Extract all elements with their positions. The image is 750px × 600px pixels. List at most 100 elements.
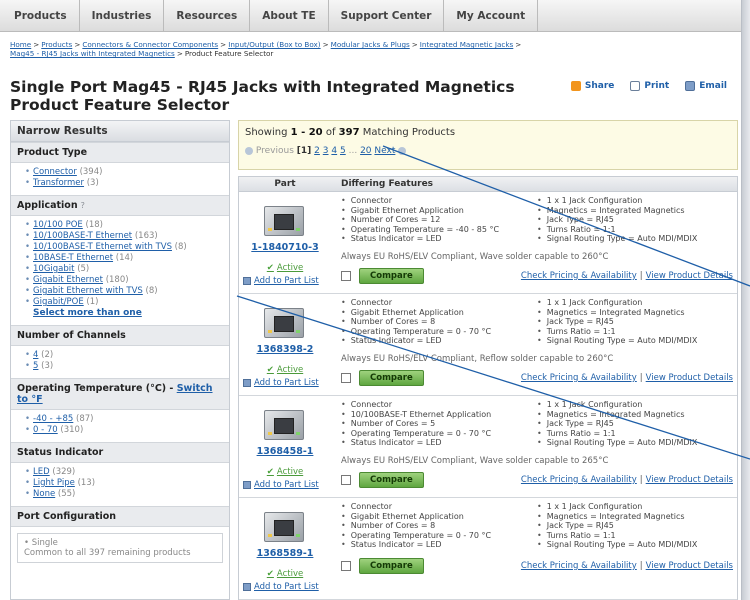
facet-count: (3) xyxy=(41,361,54,371)
facet-title-temperature: Operating Temperature (°C) - Switch to °… xyxy=(11,378,229,410)
features-list: ConnectorGigabit Ethernet ApplicationNum… xyxy=(341,298,733,346)
facet-count: (5) xyxy=(77,264,90,274)
row-links: Check Pricing & Availability | View Produc… xyxy=(521,561,733,571)
compare-checkbox[interactable] xyxy=(341,560,351,571)
facet-item: • 5 (3) xyxy=(25,361,223,372)
nav-industries[interactable]: Industries xyxy=(80,0,165,31)
facet-link-10-100base-t-tvs[interactable]: 10/100BASE-T Ethernet with TVS xyxy=(33,242,172,252)
nav-my-account[interactable]: My Account xyxy=(444,0,539,31)
add-to-part-list-link[interactable]: Add to Part List xyxy=(243,378,327,388)
checkmark-icon: ✔ xyxy=(266,365,274,375)
check-pricing-link[interactable]: Check Pricing & Availability xyxy=(521,475,637,485)
check-pricing-link[interactable]: Check Pricing & Availability xyxy=(521,271,637,281)
link-separator: | xyxy=(639,372,643,383)
email-button[interactable]: Email xyxy=(685,81,727,91)
compare-checkbox[interactable] xyxy=(341,270,351,281)
facet-link-10gigabit[interactable]: 10Gigabit xyxy=(33,264,74,274)
compare-button[interactable]: Compare xyxy=(359,267,424,284)
product-image[interactable] xyxy=(260,198,310,240)
facet-link-gigabit-ethernet[interactable]: Gigabit Ethernet xyxy=(33,275,103,285)
feature-item: Connector xyxy=(341,298,537,308)
nav-products[interactable]: Products xyxy=(0,0,80,31)
compare-button[interactable]: Compare xyxy=(359,557,424,574)
feature-item: Magnetics = Integrated Magnetics xyxy=(537,206,733,216)
breadcrumb-home[interactable]: Home xyxy=(10,40,31,49)
breadcrumb-integrated-magnetic-jacks[interactable]: Integrated Magnetic Jacks xyxy=(420,40,514,49)
page-link-3[interactable]: 3 xyxy=(323,146,329,156)
product-image[interactable] xyxy=(260,504,310,546)
part-number-link[interactable]: 1368589-1 xyxy=(243,548,327,559)
facet-link-temp-40-85[interactable]: -40 - +85 xyxy=(33,414,73,424)
facet-link-transformer[interactable]: Transformer xyxy=(33,178,84,188)
add-to-part-list-link[interactable]: Add to Part List xyxy=(243,480,327,490)
part-number-link[interactable]: 1-1840710-3 xyxy=(243,242,327,253)
share-button[interactable]: Share xyxy=(570,81,614,91)
view-product-details-link[interactable]: View Product Details xyxy=(646,475,733,485)
breadcrumb-mag45[interactable]: Mag45 - RJ45 Jacks with Integrated Magne… xyxy=(10,49,175,58)
select-more-than-one-link[interactable]: Select more than one xyxy=(33,308,142,318)
facet-link-channels-4[interactable]: 4 xyxy=(33,350,38,360)
nav-resources[interactable]: Resources xyxy=(164,0,251,31)
next-link[interactable]: Next xyxy=(374,146,395,156)
row-actions: Compare Check Pricing & Availability | Vie… xyxy=(341,557,733,574)
add-to-part-list-link[interactable]: Add to Part List xyxy=(243,582,327,592)
status-active[interactable]: ✔ Active xyxy=(243,467,327,477)
compare-button[interactable]: Compare xyxy=(359,369,424,386)
facet-link-gigabit-poe[interactable]: Gigabit/POE xyxy=(33,297,84,307)
facet-link-gigabit-ethernet-tvs[interactable]: Gigabit Ethernet with TVS xyxy=(33,286,143,296)
facet-item: • 10BASE-T Ethernet (14) xyxy=(25,253,223,264)
facet-link-10base-t[interactable]: 10BASE-T Ethernet xyxy=(33,253,113,263)
bullet-icon: • xyxy=(25,489,31,499)
nav-support-center[interactable]: Support Center xyxy=(329,0,445,31)
current-page: [1] xyxy=(296,146,312,156)
page-link-2[interactable]: 2 xyxy=(314,146,320,156)
view-product-details-link[interactable]: View Product Details xyxy=(646,271,733,281)
breadcrumb-connectors[interactable]: Connectors & Connector Components xyxy=(82,40,218,49)
print-button[interactable]: Print xyxy=(630,81,669,91)
facet-link-light-pipe[interactable]: Light Pipe xyxy=(33,478,75,488)
facet-link-led[interactable]: LED xyxy=(33,467,50,477)
nav-about-te[interactable]: About TE xyxy=(250,0,329,31)
feature-item: Status Indicator = LED xyxy=(341,540,537,550)
page-actions: Share Print Email xyxy=(570,81,727,91)
status-active[interactable]: ✔ Active xyxy=(243,569,327,579)
link-separator: | xyxy=(639,560,643,571)
breadcrumb-separator: > xyxy=(176,49,183,58)
facet-link-channels-5[interactable]: 5 xyxy=(33,361,38,371)
status-active[interactable]: ✔ Active xyxy=(243,263,327,273)
facet-link-none[interactable]: None xyxy=(33,489,55,499)
view-product-details-link[interactable]: View Product Details xyxy=(646,561,733,571)
product-image[interactable] xyxy=(260,402,310,444)
top-navigation: Products Industries Resources About TE S… xyxy=(0,0,741,32)
status-active[interactable]: ✔ Active xyxy=(243,365,327,375)
breadcrumb-modular-jacks[interactable]: Modular Jacks & Plugs xyxy=(331,40,410,49)
feature-item: Jack Type = RJ45 xyxy=(537,419,733,429)
facet-title-product-type: Product Type xyxy=(11,142,229,163)
previous-link[interactable]: Previous xyxy=(256,146,294,156)
part-number-link[interactable]: 1368458-1 xyxy=(243,446,327,457)
compare-checkbox[interactable] xyxy=(341,474,351,485)
compare-button[interactable]: Compare xyxy=(359,471,424,488)
product-image[interactable] xyxy=(260,300,310,342)
showing-prefix: Showing xyxy=(245,127,288,138)
facet-link-temp-0-70[interactable]: 0 - 70 xyxy=(33,425,58,435)
part-number-link[interactable]: 1368398-2 xyxy=(243,344,327,355)
page-link-4[interactable]: 4 xyxy=(331,146,337,156)
facet-count: (3) xyxy=(86,178,99,188)
check-pricing-link[interactable]: Check Pricing & Availability xyxy=(521,373,637,383)
check-pricing-link[interactable]: Check Pricing & Availability xyxy=(521,561,637,571)
help-icon[interactable]: ? xyxy=(81,201,85,210)
view-product-details-link[interactable]: View Product Details xyxy=(646,373,733,383)
facet-link-connector[interactable]: Connector xyxy=(33,167,77,177)
breadcrumb-input-output[interactable]: Input/Output (Box to Box) xyxy=(228,40,320,49)
page-link-last[interactable]: 20 xyxy=(360,146,371,156)
facet-link-10-100base-t[interactable]: 10/100BASE-T Ethernet xyxy=(33,231,132,241)
table-header: Part Differing Features xyxy=(239,177,737,192)
add-to-part-list-link[interactable]: Add to Part List xyxy=(243,276,327,286)
compare-checkbox[interactable] xyxy=(341,372,351,383)
breadcrumb-products[interactable]: Products xyxy=(41,40,72,49)
features-cell: ConnectorGigabit Ethernet ApplicationNum… xyxy=(331,498,737,599)
jack-port xyxy=(274,418,294,434)
page-link-5[interactable]: 5 xyxy=(340,146,346,156)
facet-link-10-100-poe[interactable]: 10/100 POE xyxy=(33,220,83,230)
